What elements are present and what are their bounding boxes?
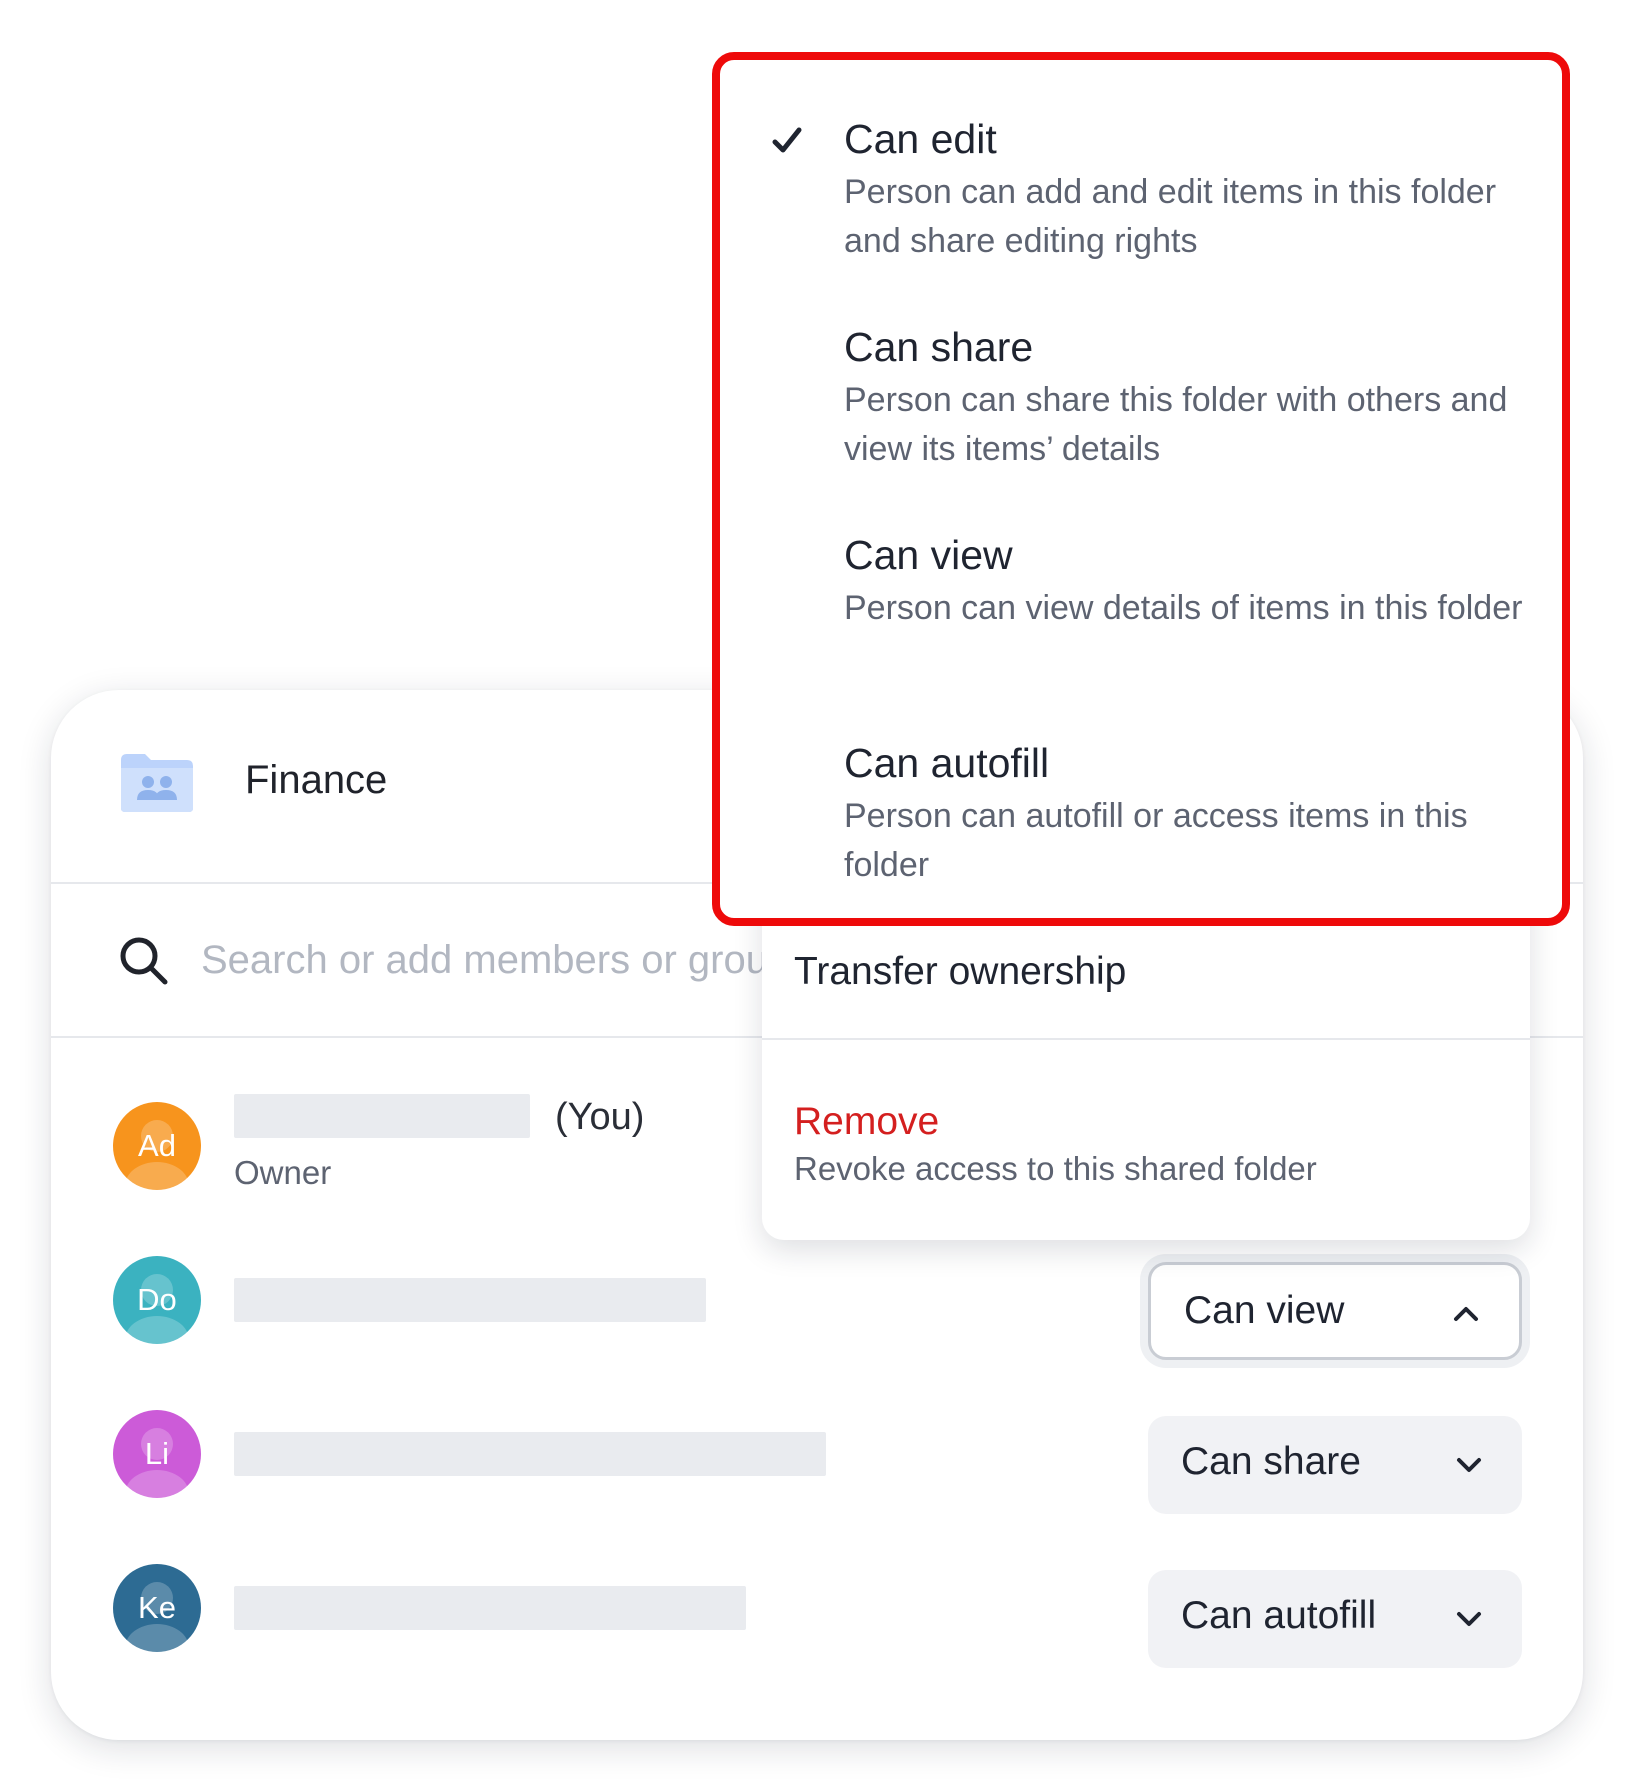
chevron-up-icon — [1454, 1307, 1478, 1321]
option-can-view[interactable]: Can view Person can view details of item… — [720, 532, 1562, 732]
search-icon — [120, 937, 168, 985]
option-description: Person can autofill or access items in t… — [844, 797, 1468, 884]
option-title: Can edit — [844, 116, 997, 162]
chevron-down-icon — [1457, 1458, 1481, 1472]
avatar: Ad — [113, 1102, 201, 1190]
avatar-initials: Ke — [138, 1590, 176, 1625]
owner-role-label: Owner — [234, 1154, 332, 1191]
avatar-initials: Li — [144, 1436, 170, 1471]
chevron-down-icon — [1457, 1612, 1481, 1626]
member-name-placeholder — [234, 1094, 530, 1138]
shared-folder-icon — [121, 754, 193, 812]
permission-dropdown-can-autofill[interactable]: Can autofill — [1148, 1570, 1522, 1668]
member-name-placeholder — [234, 1278, 706, 1322]
transfer-ownership-item[interactable]: Transfer ownership — [794, 950, 1126, 994]
option-description: Person can add and edit items in this fo… — [844, 173, 1497, 260]
avatar: Ke — [113, 1564, 201, 1652]
permission-options-menu: Can edit Person can add and edit items i… — [712, 52, 1570, 926]
option-can-autofill[interactable]: Can autofill Person can autofill or acce… — [720, 740, 1562, 940]
remove-item[interactable]: Remove — [794, 1100, 939, 1144]
member-name-placeholder — [234, 1586, 746, 1630]
option-can-share[interactable]: Can share Person can share this folder w… — [720, 324, 1562, 524]
permission-dropdown-can-share[interactable]: Can share — [1148, 1416, 1522, 1514]
permission-label: Can autofill — [1181, 1594, 1377, 1637]
you-label: (You) — [555, 1096, 645, 1138]
remove-description: Revoke access to this shared folder — [794, 1150, 1317, 1187]
avatar: Do — [113, 1256, 201, 1344]
option-title: Can share — [844, 324, 1034, 370]
member-name-placeholder — [234, 1432, 826, 1476]
option-description: Person can view details of items in this… — [844, 589, 1523, 627]
option-can-edit[interactable]: Can edit Person can add and edit items i… — [720, 116, 1562, 316]
permission-dropdown-can-view[interactable]: Can view — [1148, 1262, 1522, 1360]
avatar-initials: Ad — [138, 1128, 176, 1163]
option-title: Can autofill — [844, 740, 1050, 786]
folder-title: Finance — [245, 758, 388, 802]
checkmark-icon — [772, 127, 802, 153]
option-description: Person can share this folder with others… — [844, 381, 1508, 468]
search-input[interactable] — [201, 932, 801, 988]
permission-label: Can share — [1181, 1440, 1361, 1483]
avatar-initials: Do — [137, 1282, 177, 1317]
avatar: Li — [113, 1410, 201, 1498]
menu-divider — [762, 1038, 1530, 1040]
option-title: Can view — [844, 532, 1013, 578]
permission-label: Can view — [1184, 1289, 1345, 1332]
